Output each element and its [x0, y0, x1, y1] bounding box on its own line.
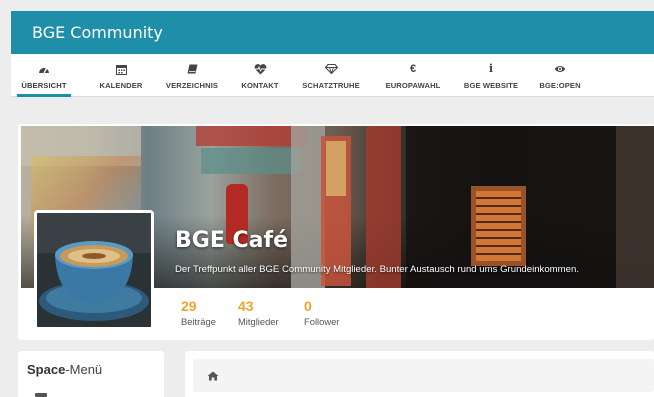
- active-tab-indicator: [17, 94, 71, 97]
- stat-value: 29: [181, 298, 197, 314]
- nav-item-uebersicht[interactable]: ÜBERSICHT: [17, 54, 71, 97]
- space-description: Der Treffpunkt aller BGE Community Mitgl…: [175, 264, 580, 275]
- breadcrumb-bar: [193, 359, 654, 392]
- top-bar: BGE Community: [11, 11, 654, 54]
- nav-item-kalender[interactable]: KALENDER: [93, 54, 149, 97]
- main-navigation: ÜBERSICHT KALENDER VERZEICHNIS KONTAKT S…: [11, 54, 654, 97]
- nav-label: BGE WEBSITE: [463, 81, 519, 90]
- nav-item-kontakt[interactable]: KONTAKT: [237, 54, 283, 97]
- stat-label: Mitglieder: [238, 316, 279, 327]
- stat-value: 0: [304, 298, 312, 314]
- nav-label: VERZEICHNIS: [165, 81, 219, 90]
- book-icon: [187, 62, 198, 76]
- diamond-icon: [324, 62, 338, 76]
- space-menu-title: Space-Menü: [27, 362, 102, 377]
- nav-label: ÜBERSICHT: [21, 81, 67, 90]
- app-title[interactable]: BGE Community: [32, 23, 163, 42]
- nav-item-verzeichnis[interactable]: VERZEICHNIS: [161, 54, 223, 97]
- nav-label: KONTAKT: [241, 81, 279, 90]
- nav-label: KALENDER: [99, 81, 143, 90]
- nav-item-bge-open[interactable]: BGE:OPEN: [536, 54, 584, 97]
- space-menu-title-rest: -Menü: [65, 362, 103, 377]
- nav-item-europawahl[interactable]: € EUROPAWAHL: [380, 54, 446, 97]
- heartbeat-icon: [254, 62, 267, 76]
- nav-label: EUROPAWAHL: [385, 81, 441, 90]
- nav-label: BGE:OPEN: [539, 81, 581, 90]
- nav-item-schatztruhe[interactable]: SCHATZTRUHE: [298, 54, 364, 97]
- stat-posts[interactable]: 29 Beiträge: [181, 298, 216, 327]
- info-icon: i: [488, 62, 494, 75]
- stat-followers[interactable]: 0 Follower: [304, 298, 339, 327]
- space-title: BGE Café: [175, 228, 288, 253]
- stat-label: Beiträge: [181, 316, 216, 327]
- nav-item-bge-website[interactable]: i BGE WEBSITE: [461, 54, 521, 97]
- stat-members[interactable]: 43 Mitglieder: [238, 298, 279, 327]
- space-avatar[interactable]: [34, 210, 154, 330]
- stat-label: Follower: [304, 316, 340, 327]
- space-menu-item-icon[interactable]: [35, 393, 47, 397]
- nav-label: SCHATZTRUHE: [302, 81, 360, 90]
- calendar-icon: [115, 62, 127, 76]
- coffee-cup-image: [37, 213, 151, 327]
- euro-icon: €: [409, 63, 417, 75]
- home-icon[interactable]: [207, 368, 219, 386]
- space-menu-title-bold: Space: [27, 362, 66, 377]
- stat-value: 43: [238, 298, 254, 314]
- dashboard-icon: [38, 62, 50, 76]
- eye-icon: [554, 62, 566, 76]
